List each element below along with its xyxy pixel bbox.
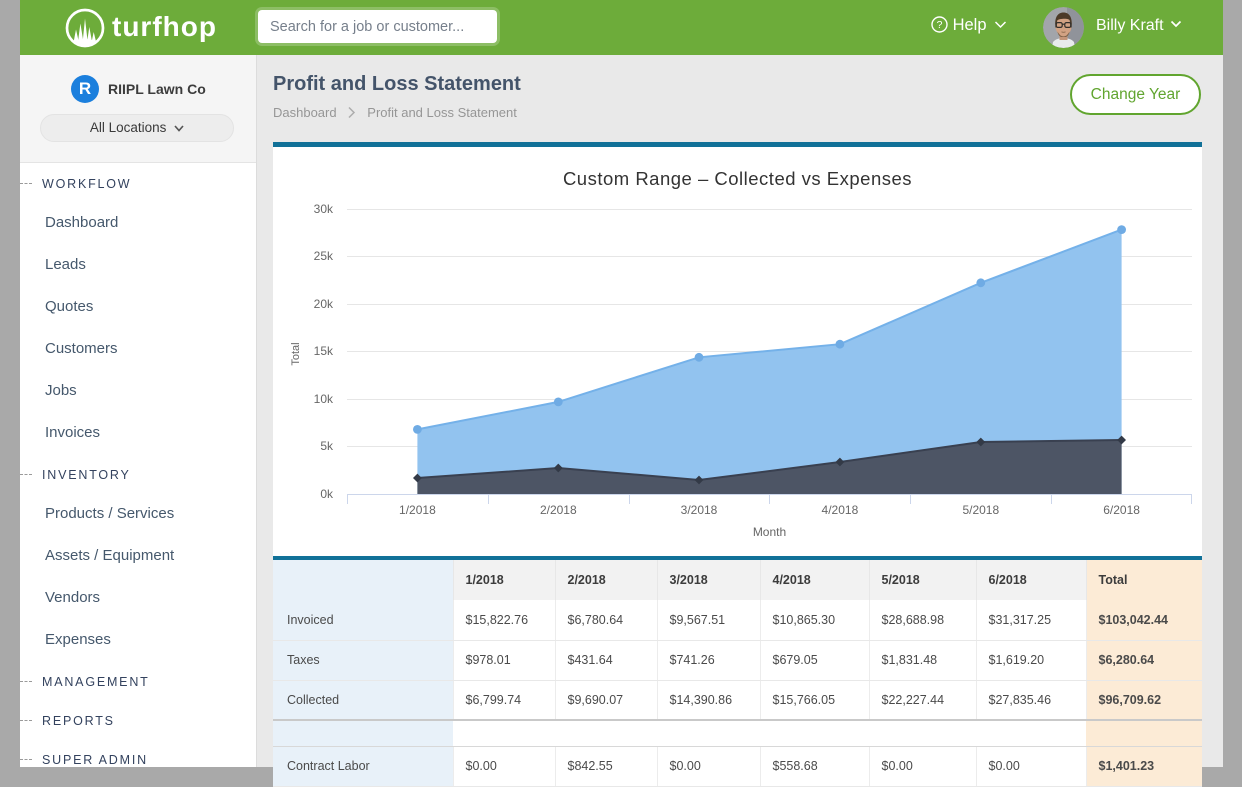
svg-text:2/2018: 2/2018	[540, 503, 577, 517]
svg-text:3/2018: 3/2018	[681, 503, 718, 517]
svg-text:Month: Month	[753, 525, 786, 539]
svg-text:Total: Total	[290, 342, 302, 365]
svg-text:4/2018: 4/2018	[822, 503, 859, 517]
svg-text:10k: 10k	[314, 392, 334, 406]
svg-text:0k: 0k	[320, 487, 334, 501]
svg-text:1/2018: 1/2018	[399, 503, 436, 517]
svg-text:6/2018: 6/2018	[1103, 503, 1140, 517]
svg-text:15k: 15k	[314, 344, 334, 358]
svg-text:20k: 20k	[314, 297, 334, 311]
svg-text:30k: 30k	[314, 202, 334, 216]
svg-text:25k: 25k	[314, 249, 334, 263]
svg-text:5k: 5k	[320, 439, 334, 453]
svg-text:?: ?	[937, 19, 943, 31]
svg-text:5/2018: 5/2018	[962, 503, 999, 517]
